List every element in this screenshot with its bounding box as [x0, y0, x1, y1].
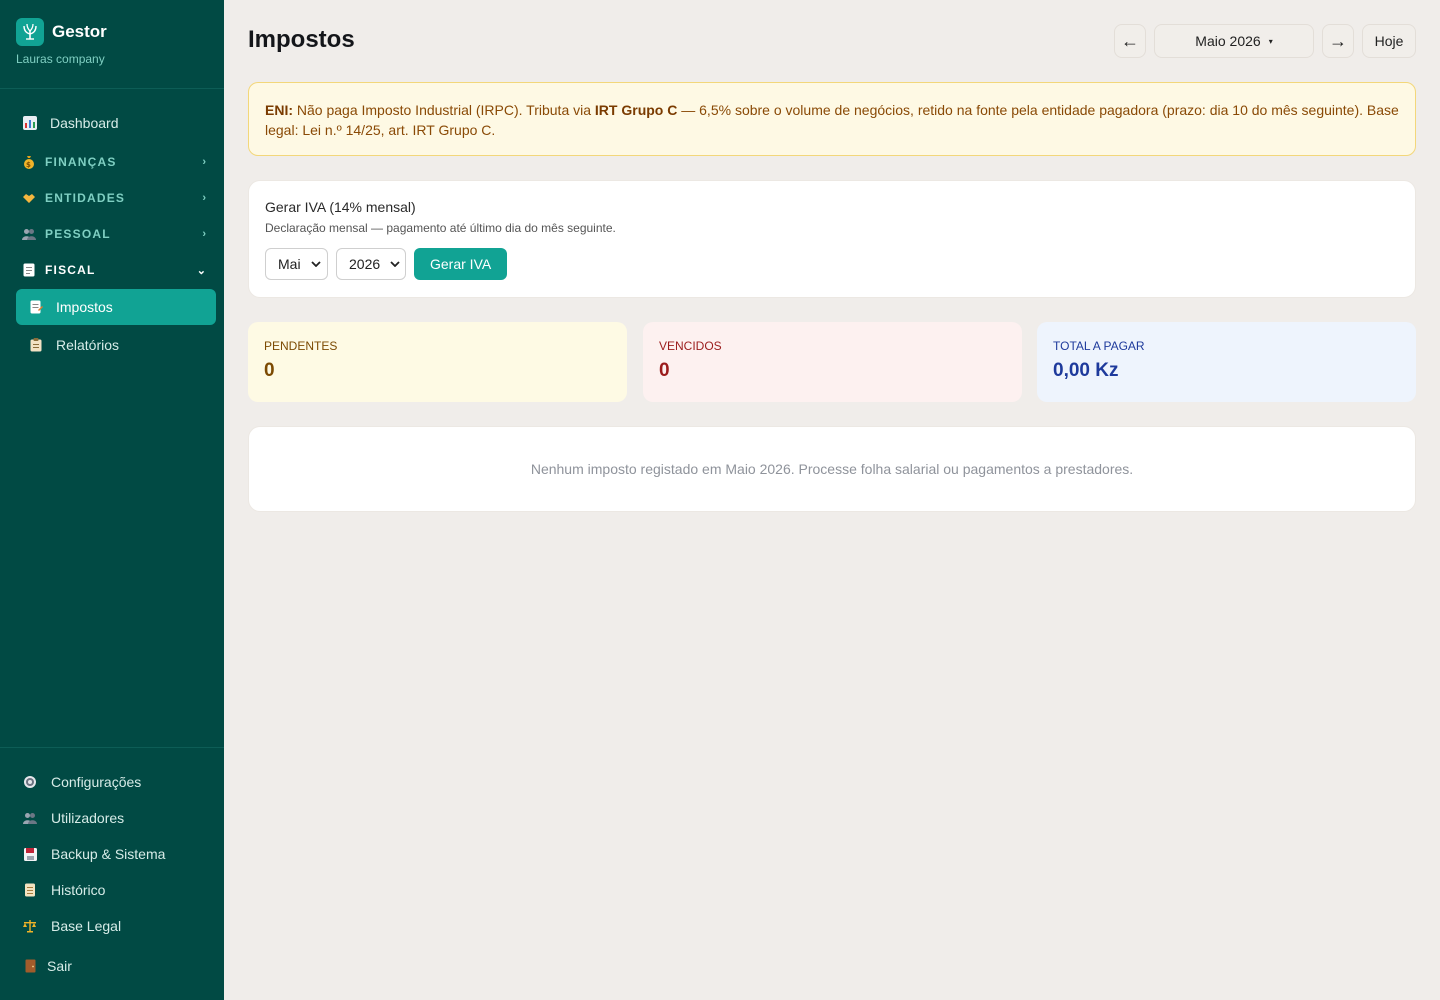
sidebar-item-label: Base Legal [51, 918, 122, 934]
gear-icon [22, 774, 38, 790]
iva-year-select[interactable]: 2026 [336, 248, 406, 280]
sidebar-item-relatorios[interactable]: Relatórios [16, 327, 216, 363]
sidebar-divider [0, 747, 224, 748]
eni-notice: ENI: Não paga Imposto Industrial (IRPC).… [248, 82, 1416, 156]
svg-text:$: $ [26, 161, 32, 169]
sidebar-item-label: Backup & Sistema [51, 846, 166, 862]
sidebar-item-utilizadores[interactable]: Utilizadores [16, 802, 216, 834]
sidebar-section-entidades[interactable]: ENTIDADES › [16, 183, 216, 213]
arrow-right-icon: → [1329, 30, 1347, 51]
sidebar-section-pessoal[interactable]: PESSOAL › [16, 219, 216, 249]
prev-month-button[interactable]: ← [1114, 24, 1146, 58]
next-month-button[interactable]: → [1322, 24, 1354, 58]
select-value: Mai [278, 256, 301, 272]
sidebar-item-label: Utilizadores [51, 810, 125, 826]
iva-subtitle: Declaração mensal — pagamento até último… [265, 221, 616, 235]
stat-value: 0 [264, 360, 275, 381]
sidebar-item-label: Dashboard [50, 115, 119, 131]
sidebar-item-impostos[interactable]: Impostos [16, 289, 216, 325]
people-icon [22, 227, 36, 241]
notice-bold: IRT Grupo C [594, 102, 678, 118]
chevron-right-icon: › [202, 156, 206, 168]
sidebar-item-configuracoes[interactable]: Configurações [16, 766, 216, 798]
month-picker-button[interactable]: Maio 2026 ▾ [1154, 24, 1314, 58]
iva-month-select[interactable]: Mai [265, 248, 328, 280]
sidebar-item-sair[interactable]: Sair [16, 950, 216, 982]
empty-state-card: Nenhum imposto registado em Maio 2026. P… [248, 426, 1416, 512]
chevron-down-icon [390, 259, 400, 270]
generate-iva-button[interactable]: Gerar IVA [414, 248, 508, 280]
brand-company: Lauras company [16, 52, 105, 66]
floppy-disk-icon [22, 846, 38, 862]
sidebar-item-label: Impostos [56, 299, 113, 315]
today-label: Hoje [1374, 33, 1404, 49]
scales-icon [22, 918, 38, 934]
notice-lead: ENI: [265, 102, 293, 118]
sidebar-section-fiscal[interactable]: FISCAL ⌄ [16, 255, 216, 285]
stat-card-vencidos: VENCIDOS 0 [643, 322, 1022, 402]
chevron-down-icon: ⌄ [196, 264, 206, 277]
notice-text: Não paga Imposto Industrial (IRPC). Trib… [293, 102, 595, 118]
sidebar-item-historico[interactable]: Histórico [16, 874, 216, 906]
stat-label: PENDENTES [264, 339, 338, 353]
sidebar-item-label: Configurações [51, 774, 142, 790]
sidebar-item-label: Sair [47, 958, 72, 974]
document-icon [22, 263, 36, 277]
sidebar-item-base-legal[interactable]: Base Legal [16, 910, 216, 942]
iva-title: Gerar IVA (14% mensal) [265, 199, 416, 215]
stat-value: 0 [659, 360, 670, 381]
sidebar-item-backup[interactable]: Backup & Sistema [16, 838, 216, 870]
today-button[interactable]: Hoje [1362, 24, 1416, 58]
users-icon [22, 810, 38, 826]
sidebar-item-label: Histórico [51, 882, 106, 898]
arrow-left-icon: ← [1121, 30, 1139, 51]
sidebar-item-label: Relatórios [56, 337, 120, 353]
stat-card-pendentes: PENDENTES 0 [248, 322, 627, 402]
sidebar-section-label: FISCAL [45, 263, 96, 277]
empty-state-message: Nenhum imposto registado em Maio 2026. P… [530, 461, 1134, 477]
select-value: 2026 [349, 256, 381, 272]
handshake-icon [22, 191, 36, 205]
caret-down-icon: ▾ [1268, 36, 1273, 46]
door-icon [22, 958, 38, 974]
scroll-icon [22, 882, 38, 898]
current-month-label: Maio 2026 [1195, 33, 1261, 49]
brand: Gestor Lauras company [0, 0, 224, 89]
stat-label: TOTAL A PAGAR [1053, 339, 1145, 353]
clipboard-icon [28, 337, 44, 353]
bar-chart-icon [22, 115, 38, 131]
sidebar-item-dashboard[interactable]: Dashboard [16, 105, 216, 141]
date-navigator: ← Maio 2026 ▾ → Hoje [1114, 24, 1416, 58]
stat-card-total-a-pagar: TOTAL A PAGAR 0,00 Kz [1037, 322, 1416, 402]
chevron-right-icon: › [202, 228, 206, 240]
money-bag-icon: $ [22, 155, 36, 169]
page-title: Impostos [248, 26, 355, 53]
iva-controls: Mai 2026 Gerar IVA [265, 248, 1399, 280]
sidebar-section-label: ENTIDADES [45, 191, 126, 205]
sidebar-section-label: FINANÇAS [45, 155, 117, 169]
brand-logo-icon [16, 18, 44, 46]
sidebar-section-financas[interactable]: $ FINANÇAS › [16, 147, 216, 177]
sidebar-section-label: PESSOAL [45, 227, 111, 241]
stat-label: VENCIDOS [659, 339, 722, 353]
sidebar: Gestor Lauras company Dashboard $ FINANÇ… [0, 0, 224, 1000]
chevron-down-icon [310, 259, 321, 270]
iva-generator-card: Gerar IVA (14% mensal) Declaração mensal… [248, 180, 1416, 298]
chevron-right-icon: › [202, 192, 206, 204]
tax-document-icon [28, 299, 44, 315]
brand-name: Gestor [52, 22, 107, 41]
stat-value: 0,00 Kz [1053, 360, 1119, 381]
